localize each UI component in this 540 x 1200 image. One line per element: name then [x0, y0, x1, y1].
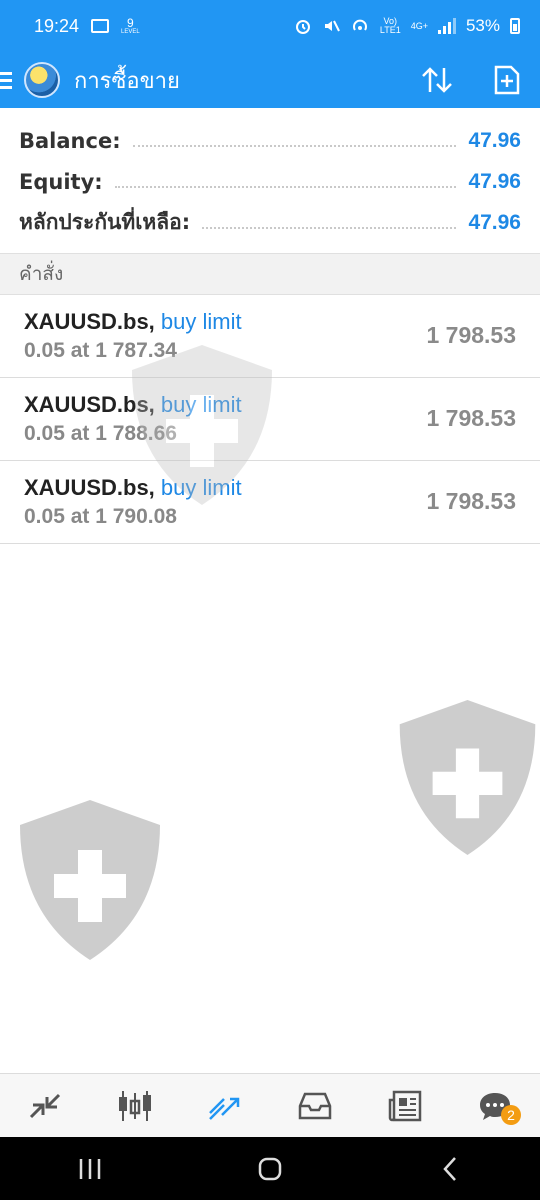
status-time: 19:24: [34, 15, 80, 36]
status-bar: 19:24 9 LEVEL Vo) LTE1 4G+ 53%: [0, 0, 540, 52]
app-bar: การซื้อขาย: [0, 52, 540, 108]
orders-list: XAUUSD.bs, buy limit 0.05 at 1 787.34 1 …: [0, 295, 540, 544]
nav-chart[interactable]: [105, 1081, 165, 1131]
order-row[interactable]: XAUUSD.bs, buy limit 0.05 at 1 788.66 1 …: [0, 378, 540, 461]
back-icon: [443, 1156, 456, 1181]
order-current-price: 1 798.53: [426, 488, 516, 514]
balance-label: Balance:: [19, 128, 121, 153]
nav-trade[interactable]: [195, 1081, 255, 1131]
dotted-leader: [202, 217, 457, 229]
system-nav: [0, 1137, 540, 1200]
order-current-price: 1 798.53: [426, 322, 516, 348]
order-row[interactable]: XAUUSD.bs, buy limit 0.05 at 1 790.08 1 …: [0, 461, 540, 544]
menu-icon[interactable]: [0, 71, 14, 89]
bottom-nav: 2: [0, 1073, 540, 1137]
order-type: buy limit: [160, 309, 242, 334]
app-logo: [24, 62, 60, 98]
balance-row: Balance: 47.96: [0, 120, 540, 161]
chat-badge: 2: [501, 1104, 521, 1125]
home-button[interactable]: [230, 1144, 310, 1194]
order-current-price: 1 798.53: [426, 405, 516, 431]
nav-history[interactable]: [285, 1081, 345, 1131]
order-type: buy limit: [160, 392, 242, 417]
orders-section-header: คำสั่ง: [0, 253, 540, 295]
dotted-leader: [132, 135, 457, 147]
equity-value: 47.96: [468, 169, 521, 193]
order-symbol: XAUUSD.bs,: [24, 475, 155, 500]
account-summary: Balance: 47.96 Equity: 47.96 หลักประกันท…: [0, 108, 540, 253]
recents-button[interactable]: [50, 1144, 130, 1194]
order-detail: 0.05 at 1 787.34: [24, 339, 177, 362]
trade-icon: [209, 1097, 240, 1120]
page-title: การซื้อขาย: [74, 68, 180, 94]
order-symbol: XAUUSD.bs,: [24, 309, 155, 334]
news-icon: [388, 1090, 422, 1121]
free-margin-label: หลักประกันที่เหลือ:: [19, 210, 191, 234]
mute-icon: [324, 20, 340, 32]
signal-icon: [437, 18, 456, 34]
back-button[interactable]: [410, 1144, 490, 1194]
nav-news[interactable]: [375, 1081, 435, 1131]
history-icon: [298, 1092, 332, 1119]
new-order-icon[interactable]: [494, 65, 520, 95]
free-margin-row: หลักประกันที่เหลือ: 47.96: [0, 202, 540, 243]
order-detail: 0.05 at 1 788.66: [24, 422, 177, 445]
order-row[interactable]: XAUUSD.bs, buy limit 0.05 at 1 787.34 1 …: [0, 295, 540, 378]
balance-value: 47.96: [468, 128, 521, 152]
nav-quotes[interactable]: [15, 1081, 75, 1131]
watermark-shield-icon: [20, 800, 160, 960]
free-margin-value: 47.96: [468, 210, 521, 234]
level-indicator: 9 LEVEL: [121, 16, 140, 35]
order-symbol: XAUUSD.bs,: [24, 392, 155, 417]
dotted-leader: [114, 176, 457, 188]
recents-icon: [79, 1158, 101, 1179]
watermark-shield-icon: [399, 700, 536, 855]
equity-label: Equity:: [19, 169, 103, 194]
nav-chat[interactable]: 2: [465, 1081, 525, 1131]
battery-percent: 53%: [465, 16, 500, 35]
sort-icon[interactable]: [420, 65, 454, 95]
network-type: 4G+: [410, 20, 428, 31]
battery-icon: [510, 18, 520, 34]
alarm-icon: [295, 20, 310, 34]
chart-icon: [119, 1090, 151, 1121]
home-icon: [258, 1157, 282, 1180]
hotspot-icon: [352, 19, 367, 31]
order-type: buy limit: [160, 475, 242, 500]
volte-indicator: Vo) LTE1: [379, 16, 401, 35]
equity-row: Equity: 47.96: [0, 161, 540, 202]
gallery-icon: [91, 19, 110, 33]
quotes-icon: [29, 1093, 61, 1118]
order-detail: 0.05 at 1 790.08: [24, 505, 177, 528]
